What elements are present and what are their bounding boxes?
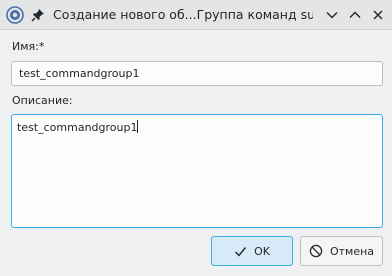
description-label: Описание: bbox=[12, 94, 73, 107]
chevron-up-icon bbox=[349, 11, 361, 18]
cancel-button-label: Отмена bbox=[329, 244, 375, 258]
maximize-button[interactable] bbox=[346, 6, 364, 24]
title-bar[interactable]: Создание нового об...Группа команд sudo bbox=[0, 0, 392, 30]
text-caret bbox=[137, 120, 139, 133]
ok-button[interactable]: OK bbox=[211, 236, 293, 266]
close-icon bbox=[373, 10, 383, 20]
name-input[interactable] bbox=[11, 61, 383, 86]
checkmark-icon bbox=[234, 245, 247, 258]
close-button[interactable] bbox=[369, 6, 387, 24]
cancel-button[interactable]: Отмена bbox=[300, 236, 383, 266]
cancel-icon bbox=[309, 244, 323, 258]
dialog-window: Создание нового об...Группа команд sudo … bbox=[0, 0, 392, 276]
name-label: Имя:* bbox=[12, 40, 45, 53]
description-text: test_commandgroup1 bbox=[17, 121, 138, 134]
description-textarea[interactable]: test_commandgroup1 bbox=[11, 114, 383, 228]
ok-button-label: OK bbox=[254, 244, 270, 258]
pin-icon[interactable] bbox=[31, 8, 45, 22]
app-logo-icon[interactable] bbox=[6, 6, 24, 24]
chevron-down-icon bbox=[326, 12, 338, 19]
minimize-button[interactable] bbox=[323, 6, 341, 24]
window-title: Создание нового об...Группа команд sudo bbox=[53, 7, 313, 22]
